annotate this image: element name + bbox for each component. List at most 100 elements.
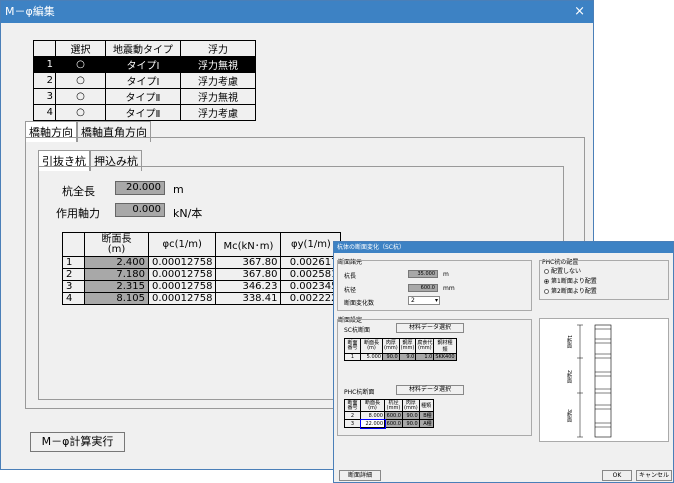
phiy: 0.002222 [280, 292, 342, 305]
phiy: 0.002345 [280, 280, 342, 293]
case-header-type: 地震動タイプ [105, 40, 181, 57]
section-detail-button[interactable]: 断面詳細 [339, 470, 381, 481]
buoyancy: 浮力考慮 [180, 72, 256, 89]
sc-cell: 9.0 [398, 353, 417, 361]
phic: 0.00012758 [147, 256, 217, 269]
sc-cell: 5.000 [360, 353, 383, 361]
sc-material-button[interactable]: 材料データ選択 [396, 323, 464, 333]
phc-option-label: 第2断面より配置 [551, 288, 597, 295]
phc-cell: 2 [344, 411, 361, 420]
select-radio[interactable]: ○ [55, 72, 106, 89]
pile-length-label: 杭全長 [62, 185, 95, 198]
mc: 367.80 [215, 268, 282, 281]
title-bar: M－φ編集 × [1, 1, 593, 23]
window-title: M－φ編集 [5, 5, 55, 18]
table-row[interactable]: 2 ○ タイプⅠ 浮力考慮 [33, 72, 256, 89]
pile-dia-unit: mm [443, 285, 455, 292]
phc-option-label: 配置しない [551, 268, 582, 275]
pile-length-unit: m [173, 183, 184, 196]
mphi-calc-button[interactable]: M－φ計算実行 [30, 432, 125, 452]
case-table: 選択 地震動タイプ 浮力 1 ○ タイプⅠ 浮力無視 2 ○ タイプⅠ 浮力考慮… [33, 40, 256, 121]
phic: 0.00012758 [147, 268, 217, 281]
row-no: 4 [62, 292, 85, 305]
pile-dia-value: 600.0 [408, 284, 438, 292]
col-phiy: φy(1/m) [280, 232, 342, 257]
section-change-value: 2 [411, 297, 415, 304]
table-row[interactable]: 2 7.180 0.00012758 367.80 0.002581 [62, 268, 342, 281]
pile-diagram-svg [577, 324, 612, 438]
table-row[interactable]: 1 5.000 90.0 9.0 1.0 SKK400 [344, 353, 457, 361]
radio-icon [544, 289, 549, 294]
table-row[interactable]: 3 2.315 0.00012758 346.23 0.002345 [62, 280, 342, 293]
section-change-select[interactable]: 2 ▾ [408, 296, 440, 305]
chevron-down-icon: ▾ [434, 297, 438, 304]
table-row[interactable]: 1 ○ タイプⅠ 浮力無視 [33, 56, 256, 73]
sc-col: 肉厚 (mm) [382, 338, 400, 354]
sc-col: 鋼厚 (mm) [398, 338, 417, 354]
phc-cell: 22.000 [359, 418, 386, 429]
phc-option-first[interactable]: 第1断面より配置 [544, 276, 597, 285]
buoyancy: 浮力考慮 [180, 104, 256, 121]
col-no [62, 232, 85, 257]
row-no: 3 [33, 88, 56, 105]
mc: 367.80 [215, 256, 282, 269]
row-no: 4 [33, 104, 56, 121]
phc-col: 断面 番号 [344, 399, 361, 412]
sc-cell: 90.0 [382, 353, 400, 361]
phc-option-none[interactable]: 配置しない [544, 266, 581, 275]
table-row[interactable]: 3 22.000 600.0 90.0 A種 [344, 418, 434, 429]
phc-material-button[interactable]: 材料データ選択 [396, 385, 464, 395]
row-no: 1 [33, 56, 56, 73]
section-length: 2.400 [84, 256, 149, 269]
ok-button[interactable]: OK [602, 470, 632, 481]
row-no: 1 [62, 256, 85, 269]
table-row[interactable]: 2 8.000 600.0 90.0 B種 [344, 411, 434, 420]
sc-cell: 1.0 [415, 353, 435, 361]
quake-type: タイプⅡ [105, 88, 181, 105]
quake-type: タイプⅠ [105, 72, 181, 89]
radio-icon [544, 269, 549, 274]
sc-col: 腐食代 (mm) [415, 338, 435, 354]
pile-length-value: 20.000 [115, 181, 165, 195]
phc-col: 杭径 (mm) [384, 399, 403, 412]
sc-section-label: SC杭断面 [344, 327, 370, 334]
phc-col: 断面長 (m) [360, 399, 385, 412]
phc-section-label: PHC杭断面 [344, 389, 375, 396]
select-radio[interactable]: ○ [55, 56, 106, 73]
table-row[interactable]: 4 8.105 0.00012758 338.41 0.002222 [62, 292, 342, 305]
select-radio[interactable]: ○ [55, 104, 106, 121]
cancel-button[interactable]: キャンセル [636, 470, 672, 481]
section-change-window: 杭体の断面変化（SC杭） 断面諸元 杭長 35.000 m 杭径 600.0 m… [333, 241, 674, 483]
select-radio[interactable]: ○ [55, 88, 106, 105]
sc-col: 鋼材種類 [433, 338, 457, 354]
sub-pile-length-value: 35.000 [408, 270, 438, 278]
phc-cell: 8.000 [360, 411, 385, 420]
table-row[interactable]: 4 ○ タイプⅡ 浮力考慮 [33, 104, 256, 121]
buoyancy: 浮力無視 [180, 88, 256, 105]
phc-option-second[interactable]: 第2断面より配置 [544, 286, 597, 295]
phc-cell: 600.0 [384, 419, 403, 428]
table-row[interactable]: 3 ○ タイプⅡ 浮力無視 [33, 88, 256, 105]
case-header-select: 選択 [55, 40, 106, 57]
case-header-buoyancy: 浮力 [180, 40, 256, 57]
sc-col: 断面長 (m) [360, 338, 383, 354]
row-no: 2 [62, 268, 85, 281]
sub-pile-length-unit: m [443, 271, 449, 278]
table-row[interactable]: 1 2.400 0.00012758 367.80 0.002617 [62, 256, 342, 269]
sub-window-title: 杭体の断面変化（SC杭） [337, 244, 405, 251]
sc-cell: SKK400 [433, 353, 457, 361]
phiy: 0.002581 [280, 268, 342, 281]
section-length: 8.105 [84, 292, 149, 305]
col-phic: φc(1/m) [147, 232, 217, 257]
section-change-label: 断面変化数 [344, 300, 375, 307]
quake-type: タイプⅡ [105, 104, 181, 121]
radio-selected-icon [544, 279, 549, 284]
phic: 0.00012758 [147, 292, 217, 305]
phc-cell: 3 [344, 419, 361, 428]
pile-diagram: 1断面 2断面 3断面 [539, 318, 669, 442]
section-length: 2.315 [84, 280, 149, 293]
phc-col: 肉厚 (mm) [402, 399, 420, 412]
close-icon[interactable]: × [574, 1, 585, 23]
phc-cell: B種 [418, 411, 434, 420]
phc-cell: 600.0 [384, 411, 403, 420]
